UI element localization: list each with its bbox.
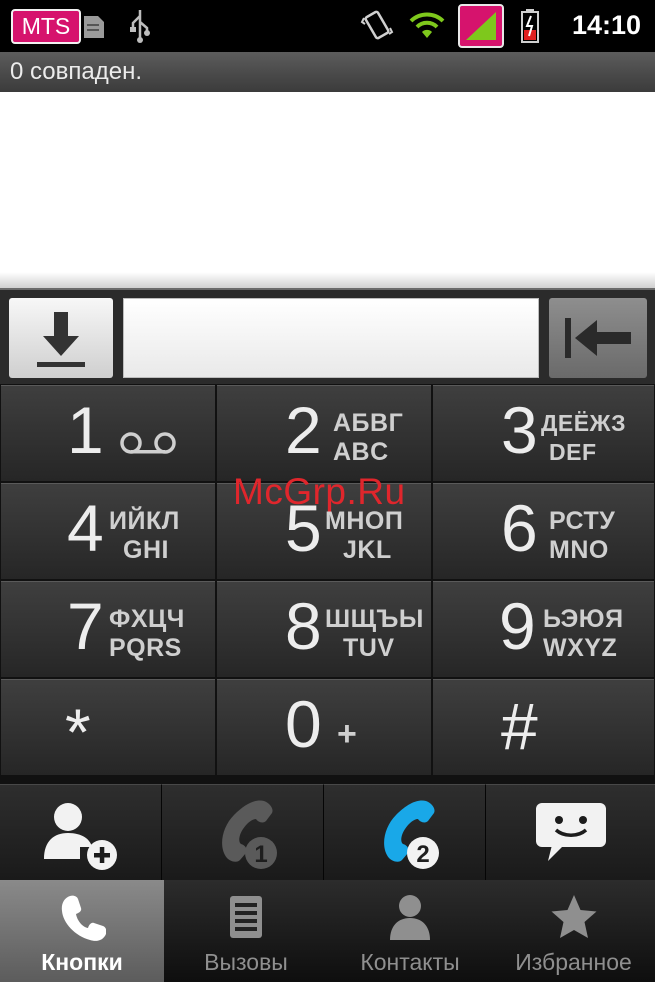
clock: 14:10 [571, 10, 641, 40]
tab-contacts[interactable]: Контакты [328, 880, 492, 982]
key-9[interactable]: 9 ЬЭЮЯ WXYZ [432, 580, 655, 678]
key-9-cyrillic: ЬЭЮЯ [543, 605, 624, 633]
sim2-badge: 2 [416, 841, 429, 868]
add-contact-button[interactable] [0, 784, 162, 880]
key-9-latin: WXYZ [543, 634, 618, 662]
key-0-plus: + [337, 715, 357, 753]
key-3[interactable]: 3 ДЕЁЖЗ DEF [432, 384, 655, 482]
key-2-cyrillic: АБВГ [333, 409, 404, 437]
key-5-latin: JKL [343, 536, 392, 564]
tab-calls[interactable]: Вызовы [164, 880, 328, 982]
key-7-latin: PQRS [109, 634, 182, 662]
matches-count: 0 совпаден. [0, 52, 655, 92]
tab-keypad-label: Кнопки [41, 949, 123, 975]
hide-keypad-icon [37, 312, 85, 367]
call-log-icon [230, 896, 262, 938]
battery-charging-icon [521, 9, 539, 43]
results-divider [0, 272, 655, 288]
add-contact-icon [44, 803, 117, 870]
key-4[interactable]: 4 ИЙКЛ GHI [0, 482, 216, 580]
key-1[interactable]: 1 [0, 384, 216, 482]
key-3-latin: DEF [549, 439, 597, 465]
backspace-icon [565, 318, 631, 358]
phone-icon [61, 895, 106, 941]
tab-favorites-label: Избранное [515, 949, 632, 975]
key-7-cyrillic: ФХЦЧ [109, 605, 185, 633]
number-input[interactable] [123, 298, 539, 378]
key-8[interactable]: 8 ШЩЪЫ TUV [216, 580, 432, 678]
sd-card-icon [84, 16, 104, 38]
message-icon [536, 803, 606, 861]
tab-contacts-label: Контакты [360, 949, 460, 975]
status-bar: MTS 14:10 [0, 0, 655, 52]
person-icon [390, 895, 430, 940]
key-7[interactable]: 7 ФХЦЧ PQRS [0, 580, 216, 678]
key-2-latin: ABC [333, 438, 389, 466]
key-0[interactable]: 0 + [216, 678, 432, 776]
hide-keypad-button[interactable] [9, 298, 113, 378]
key-6-cyrillic: РСТУ [549, 507, 616, 535]
key-star[interactable]: * [0, 678, 216, 776]
key-8-latin: TUV [343, 634, 395, 662]
tab-keypad[interactable]: Кнопки [0, 880, 164, 982]
call-sim2-button[interactable]: 2 [324, 784, 486, 880]
tab-bar: Кнопки Вызовы Контакты Избранное [0, 880, 655, 982]
key-3-cyrillic: ДЕЁЖЗ [541, 410, 627, 436]
key-8-cyrillic: ШЩЪЫ [325, 605, 424, 633]
key-2[interactable]: 2 АБВГ ABC [216, 384, 432, 482]
tab-favorites[interactable]: Избранное [492, 880, 655, 982]
usb-icon [130, 10, 150, 43]
key-6-latin: MNO [549, 536, 609, 564]
dial-input-row [0, 288, 655, 384]
watermark: McGrp.Ru [233, 471, 406, 512]
call-sim1-icon: 1 [222, 800, 277, 869]
send-message-button[interactable] [486, 784, 655, 880]
voicemail-icon [120, 432, 176, 454]
signal-icon [458, 4, 504, 48]
search-results-list[interactable] [0, 92, 655, 288]
carrier-label: MTS [11, 9, 81, 44]
star-icon [551, 895, 596, 938]
call-sim1-button[interactable]: 1 [162, 784, 324, 880]
vibrate-icon [360, 10, 394, 40]
tab-calls-label: Вызовы [204, 949, 288, 975]
key-hash[interactable]: # [432, 678, 655, 776]
dialpad: 1 2 АБВГ ABC 3 ДЕЁЖЗ DEF 4 ИЙКЛ GHI 5 МН… [0, 384, 655, 784]
key-6[interactable]: 6 РСТУ MNO [432, 482, 655, 580]
wifi-icon [409, 12, 445, 38]
key-4-cyrillic: ИЙКЛ [109, 507, 180, 535]
call-sim2-icon: 2 [384, 800, 439, 869]
sim1-badge: 1 [254, 841, 267, 868]
action-row: 1 2 [0, 784, 655, 880]
backspace-button[interactable] [549, 298, 647, 378]
key-4-latin: GHI [123, 536, 169, 564]
